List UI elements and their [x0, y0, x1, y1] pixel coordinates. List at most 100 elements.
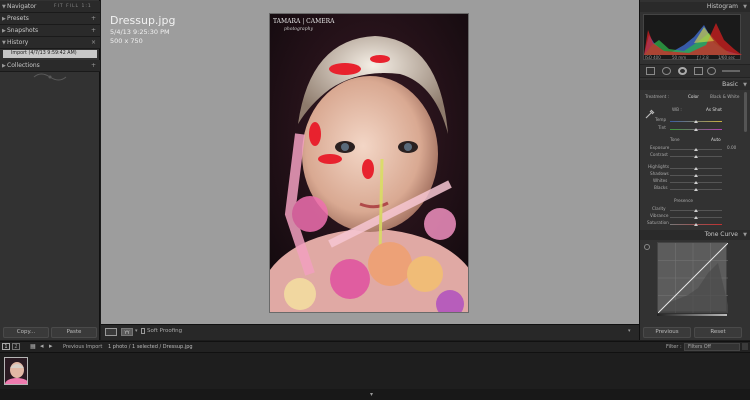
histogram-aperture: ƒ / 2.8	[697, 55, 709, 60]
info-overlay-dimensions: 500 x 750	[110, 37, 143, 45]
snapshots-title: Snapshots	[7, 27, 39, 34]
spot-removal-icon[interactable]	[662, 67, 671, 75]
snapshots-panel-header[interactable]: ▶ Snapshots +	[0, 25, 100, 37]
filmstrip-source[interactable]: Previous Import	[63, 344, 102, 350]
wb-label: WB :	[672, 107, 682, 112]
expand-triangle-icon: ▶	[2, 28, 6, 34]
collapse-triangle-icon: ▼	[743, 82, 747, 88]
history-panel-header[interactable]: ▼ History ×	[0, 37, 100, 49]
histogram-iso: ISO 400	[645, 55, 661, 60]
navigator-panel-header[interactable]: ▼ Navigator FIT FILL 1:1 3:1	[0, 1, 100, 21]
right-panel-scrollbar[interactable]	[744, 92, 747, 132]
history-item[interactable]: Import (4/7/13 9:59:42 AM)	[3, 50, 97, 58]
targeted-adjustment-icon[interactable]	[644, 244, 650, 250]
radial-filter-icon[interactable]	[707, 67, 716, 75]
grid-view-icon[interactable]: ▦	[30, 343, 36, 350]
exposure-slider-knob[interactable]	[694, 148, 698, 151]
clarity-label: Clarity	[652, 206, 666, 211]
clarity-slider-knob[interactable]	[694, 209, 698, 212]
tone-label: Tone	[670, 137, 680, 142]
presets-title: Presets	[7, 15, 29, 22]
wb-value[interactable]: As Shot	[706, 107, 722, 112]
watermark-line2: photography	[284, 26, 313, 32]
clear-history-icon[interactable]: ×	[91, 37, 96, 49]
treatment-bw-option[interactable]: Black & White	[710, 94, 739, 99]
histogram-focal: 50 mm	[672, 55, 687, 60]
add-snapshot-icon[interactable]: +	[91, 25, 96, 37]
history-title: History	[7, 39, 29, 46]
toolbar-menu-icon[interactable]: ▾	[628, 328, 631, 334]
loupe-view-icon[interactable]	[105, 328, 117, 336]
treatment-label: Treatment :	[645, 94, 670, 99]
saturation-label: Saturation	[647, 220, 669, 225]
temp-slider-knob[interactable]	[694, 120, 698, 123]
basic-panel-header[interactable]: Basic ▼	[640, 80, 750, 90]
temp-label: Temp	[655, 117, 667, 122]
shadows-slider-knob[interactable]	[694, 174, 698, 177]
filmstrip-thumbnail[interactable]	[4, 357, 28, 385]
saturation-slider-knob[interactable]	[694, 223, 698, 226]
graduated-filter-icon[interactable]	[694, 67, 703, 75]
tint-slider-knob[interactable]	[694, 128, 698, 131]
crop-tool-icon[interactable]	[646, 67, 655, 75]
tone-curve-panel-header[interactable]: Tone Curve ▼	[640, 230, 750, 240]
filter-dropdown[interactable]: Filters Off	[684, 343, 740, 351]
tone-curve-range-bar[interactable]	[657, 314, 727, 316]
watermark-line1: TAMARA | CAMERA	[273, 18, 335, 25]
red-eye-icon[interactable]	[678, 67, 687, 75]
before-after-view-icon[interactable]: YY	[121, 328, 133, 336]
add-collection-icon[interactable]: +	[91, 60, 96, 72]
whites-slider-knob[interactable]	[694, 181, 698, 184]
copy-button[interactable]: Copy...	[3, 327, 49, 338]
contrast-slider-knob[interactable]	[694, 155, 698, 158]
info-overlay-filename: Dressup.jpg	[110, 14, 176, 27]
navigator-title: Navigator	[7, 3, 37, 10]
expand-triangle-icon: ▶	[2, 16, 6, 22]
back-arrow-icon[interactable]: ◂	[40, 342, 44, 350]
before-after-dropdown-icon[interactable]: ▾	[135, 328, 138, 334]
soft-proofing-checkbox[interactable]	[141, 328, 145, 334]
show-filmstrip-arrow-icon[interactable]: ▾	[370, 391, 373, 398]
auto-tone-button[interactable]: Auto	[711, 137, 721, 142]
histogram-shutter: 1/60 sec	[718, 55, 735, 60]
presets-panel-header[interactable]: ▶ Presets +	[0, 13, 100, 25]
collections-title: Collections	[7, 62, 40, 69]
filmstrip	[0, 353, 750, 389]
expand-triangle-icon: ▶	[2, 63, 6, 69]
presence-label: Presence	[674, 198, 693, 203]
whites-label: Whites	[653, 178, 668, 183]
soft-proofing-label: Soft Proofing	[147, 328, 183, 334]
exposure-value[interactable]: 0.00	[727, 145, 736, 150]
highlights-slider-knob[interactable]	[694, 167, 698, 170]
white-balance-eyedropper-icon[interactable]	[645, 104, 655, 119]
filmstrip-selection-info[interactable]: 1 photo / 1 selected / Dressup.jpg	[108, 344, 193, 350]
shadows-label: Shadows	[650, 171, 669, 176]
tone-curve-graph[interactable]	[657, 242, 729, 314]
adjustment-brush-icon[interactable]	[722, 70, 740, 72]
window-1-button[interactable]: 1	[2, 343, 10, 350]
blacks-slider-knob[interactable]	[694, 188, 698, 191]
bottom-panel-bar	[0, 389, 750, 400]
filter-lock-icon[interactable]	[742, 343, 748, 350]
forward-arrow-icon[interactable]: ▸	[49, 342, 53, 350]
treatment-color-option[interactable]: Color	[688, 94, 699, 99]
add-preset-icon[interactable]: +	[91, 13, 96, 25]
paste-button[interactable]: Paste	[51, 327, 97, 338]
highlights-label: Highlights	[648, 164, 670, 169]
collapse-triangle-icon: ▼	[2, 4, 6, 10]
photo-preview[interactable]: TAMARA | CAMERA photography	[269, 13, 469, 313]
vibrance-slider-knob[interactable]	[694, 216, 698, 219]
histogram-graph[interactable]	[643, 14, 742, 60]
window-2-button[interactable]: 2	[12, 343, 20, 350]
previous-button[interactable]: Previous	[643, 327, 691, 338]
contrast-label: Contrast	[650, 152, 668, 157]
panel-end-ornament-icon	[32, 71, 68, 83]
histogram-panel-header[interactable]: Histogram ▼	[640, 2, 750, 12]
basic-title: Basic	[722, 81, 738, 88]
tint-label: Tint	[658, 125, 666, 130]
info-overlay-datetime: 5/4/13 9:25:30 PM	[110, 28, 170, 36]
tone-curve-title: Tone Curve	[704, 231, 738, 238]
exposure-label: Exposure	[650, 145, 670, 150]
collapse-triangle-icon: ▼	[743, 232, 747, 238]
reset-button[interactable]: Reset	[694, 327, 742, 338]
